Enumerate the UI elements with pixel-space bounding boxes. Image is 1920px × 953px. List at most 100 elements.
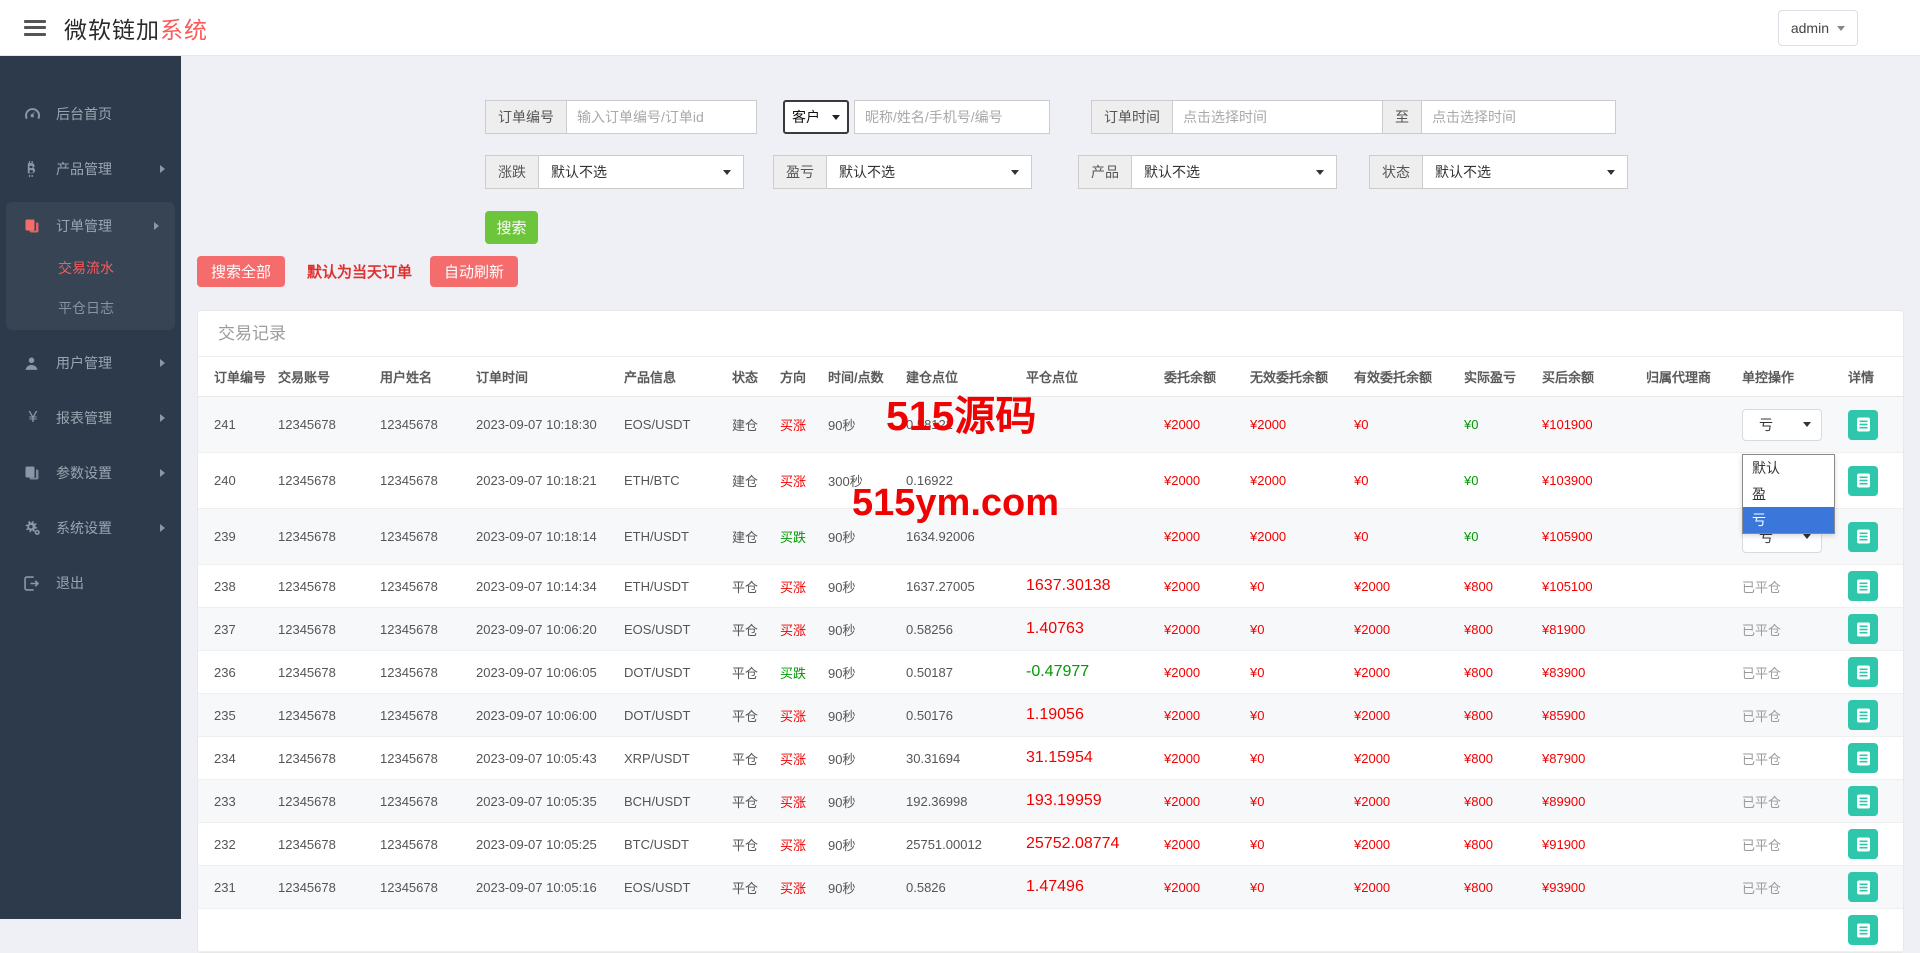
cell: ¥0	[1250, 579, 1354, 594]
dropdown-option[interactable]: 亏	[1743, 507, 1834, 533]
col-header: 委托余额	[1164, 367, 1250, 386]
cell: 2023-09-07 10:18:30	[476, 417, 624, 432]
cell: 12345678	[278, 417, 380, 432]
detail-button[interactable]	[1848, 915, 1878, 945]
cell: 90秒	[828, 577, 906, 596]
order-no-input[interactable]	[567, 100, 757, 134]
detail-button[interactable]	[1848, 571, 1878, 601]
cell: 12345678	[380, 837, 476, 852]
cell: 平仓	[732, 835, 780, 854]
cell: 90秒	[828, 706, 906, 725]
cell: ¥2000	[1354, 579, 1464, 594]
chevron-down-icon	[1837, 26, 1845, 31]
sidebar-item-users[interactable]: 用户管理	[0, 341, 181, 385]
cell: 12345678	[278, 751, 380, 766]
detail-button[interactable]	[1848, 872, 1878, 902]
dropdown-option[interactable]: 盈	[1743, 481, 1834, 507]
card-title: 交易记录	[198, 311, 1903, 357]
cell: ETH/BTC	[624, 473, 732, 488]
list-icon	[1855, 922, 1872, 939]
customer-input[interactable]	[854, 100, 1050, 134]
product-select[interactable]: 默认不选	[1132, 155, 1337, 189]
cell: 12345678	[380, 708, 476, 723]
table-row	[198, 909, 1903, 952]
time-from-input[interactable]	[1173, 100, 1383, 134]
detail-button[interactable]	[1848, 786, 1878, 816]
cell: EOS/USDT	[624, 880, 732, 895]
cell: 0.50187	[906, 665, 1026, 680]
sidebar-item-params[interactable]: 参数设置	[0, 451, 181, 495]
cell: 买涨	[780, 878, 828, 897]
col-header: 用户姓名	[380, 367, 476, 386]
cell: 231	[214, 880, 278, 895]
sidebar-item-logout[interactable]: 退出	[0, 561, 181, 605]
cell: 12345678	[380, 622, 476, 637]
cell: 234	[214, 751, 278, 766]
detail-button[interactable]	[1848, 657, 1878, 687]
cell: ¥2000	[1250, 529, 1354, 544]
sidebar-item-reports[interactable]: ¥ 报表管理	[0, 396, 181, 440]
table-row: 24112345678123456782023-09-07 10:18:30EO…	[198, 397, 1903, 453]
list-icon	[1855, 750, 1872, 767]
win-loss-select[interactable]: 亏	[1742, 409, 1822, 441]
cell: 2023-09-07 10:05:43	[476, 751, 624, 766]
table-row: 23212345678123456782023-09-07 10:05:25BT…	[198, 823, 1903, 866]
cell: 12345678	[380, 579, 476, 594]
cell: 30.31694	[906, 751, 1026, 766]
cell: ¥0	[1250, 665, 1354, 680]
search-all-button[interactable]: 搜索全部	[197, 256, 285, 287]
sidebar: 后台首页 产品管理 订单管理 交易流水 平仓日志 用户管理 ¥ 报表管理	[0, 56, 181, 919]
cell: 12345678	[278, 473, 380, 488]
hamburger-menu-icon[interactable]	[24, 20, 46, 36]
sidebar-item-close-log[interactable]: 平仓日志	[6, 288, 175, 328]
sidebar-item-dashboard[interactable]: 后台首页	[0, 92, 181, 136]
cell: 12345678	[380, 794, 476, 809]
cell: 2023-09-07 10:18:21	[476, 473, 624, 488]
cell: ¥0	[1354, 417, 1464, 432]
trade-records-card: 交易记录 订单编号 交易账号 用户姓名 订单时间 产品信息 状态 方向 时间/点…	[197, 310, 1904, 953]
search-button[interactable]: 搜索	[485, 211, 538, 244]
profit-select[interactable]: 默认不选	[827, 155, 1032, 189]
sidebar-item-trade-flow[interactable]: 交易流水	[6, 248, 175, 288]
updown-select[interactable]: 默认不选	[539, 155, 744, 189]
detail-button[interactable]	[1848, 466, 1878, 496]
detail-button[interactable]	[1848, 700, 1878, 730]
cell: ¥0	[1464, 417, 1542, 432]
cell: 2023-09-07 10:05:16	[476, 880, 624, 895]
admin-dropdown[interactable]: admin	[1778, 10, 1858, 46]
detail-button[interactable]	[1848, 829, 1878, 859]
detail-button[interactable]	[1848, 743, 1878, 773]
cell: 0.58122	[906, 417, 1026, 432]
col-header: 无效委托余额	[1250, 367, 1354, 386]
time-to-input[interactable]	[1422, 100, 1616, 134]
table-header: 订单编号 交易账号 用户姓名 订单时间 产品信息 状态 方向 时间/点数 建仓点…	[198, 357, 1903, 397]
select-value: 默认不选	[1435, 162, 1491, 182]
sidebar-item-products[interactable]: 产品管理	[0, 147, 181, 191]
customer-type-select[interactable]: 客户	[783, 100, 849, 134]
dropdown-option[interactable]: 默认	[1743, 455, 1834, 481]
status-label: 状态	[1369, 155, 1423, 189]
cell: ¥2000	[1164, 473, 1250, 488]
cell: 236	[214, 665, 278, 680]
detail-button[interactable]	[1848, 614, 1878, 644]
cell: ¥800	[1464, 751, 1542, 766]
sidebar-subitem-label: 平仓日志	[58, 298, 114, 318]
col-header: 平仓点位	[1026, 367, 1164, 386]
sidebar-item-orders[interactable]: 订单管理	[6, 204, 175, 248]
cell: ¥0	[1250, 880, 1354, 895]
detail-button[interactable]	[1848, 410, 1878, 440]
detail-button[interactable]	[1848, 522, 1878, 552]
cell: ¥2000	[1354, 665, 1464, 680]
status-select[interactable]: 默认不选	[1423, 155, 1628, 189]
order-time-group: 订单时间 至	[1091, 100, 1616, 134]
list-icon	[1855, 793, 1872, 810]
chevron-right-icon	[160, 414, 165, 422]
cell: ¥87900	[1542, 751, 1646, 766]
to-label: 至	[1383, 100, 1422, 134]
cell: ¥0	[1250, 622, 1354, 637]
sidebar-item-system[interactable]: 系统设置	[0, 506, 181, 550]
auto-refresh-button[interactable]: 自动刷新	[430, 256, 518, 287]
cell: 买跌	[780, 527, 828, 546]
cell: 12345678	[380, 417, 476, 432]
chevron-down-icon	[1803, 422, 1811, 427]
